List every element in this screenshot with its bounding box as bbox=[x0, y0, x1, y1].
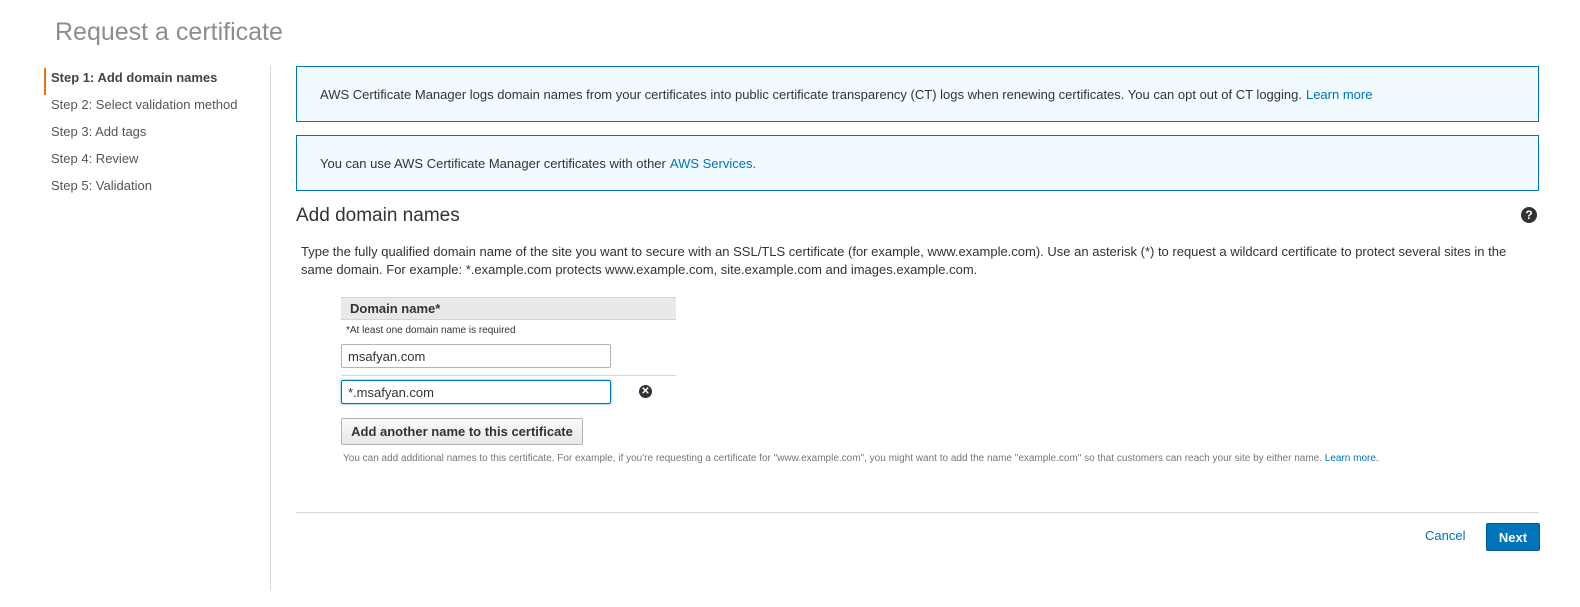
aws-services-text: You can use AWS Certificate Manager cert… bbox=[320, 155, 666, 171]
wizard-steps: Step 1: Add domain names Step 2: Select … bbox=[44, 68, 264, 203]
step-add-domain-names[interactable]: Step 1: Add domain names bbox=[44, 68, 264, 95]
hint-text: You can add additional names to this cer… bbox=[343, 453, 1322, 464]
section-title: Add domain names bbox=[296, 205, 460, 226]
domain-name-header: Domain name* bbox=[341, 297, 676, 320]
sidebar-divider bbox=[270, 66, 271, 590]
remove-circle-icon[interactable]: ✕ bbox=[639, 385, 652, 398]
section-description: Type the fully qualified domain name of … bbox=[301, 244, 1507, 277]
step-validation[interactable]: Step 5: Validation bbox=[44, 176, 264, 203]
ct-logging-info-box: AWS Certificate Manager logs domain name… bbox=[296, 66, 1539, 122]
domain-name-input-1[interactable] bbox=[341, 344, 611, 368]
aws-services-link[interactable]: AWS Services. bbox=[670, 156, 756, 171]
required-note: *At least one domain name is required bbox=[346, 325, 516, 336]
domain-row: ✕ bbox=[341, 376, 676, 412]
hint-learn-more-link[interactable]: Learn more. bbox=[1325, 453, 1379, 464]
question-circle-icon[interactable]: ? bbox=[1521, 207, 1537, 223]
add-another-name-button[interactable]: Add another name to this certificate bbox=[341, 418, 583, 445]
page-title: Request a certificate bbox=[55, 18, 283, 46]
footer-divider bbox=[296, 512, 1539, 513]
domain-row bbox=[341, 340, 676, 376]
step-add-tags[interactable]: Step 3: Add tags bbox=[44, 122, 264, 149]
cancel-link[interactable]: Cancel bbox=[1425, 528, 1465, 543]
domain-name-table: Domain name* *At least one domain name i… bbox=[341, 297, 676, 412]
aws-services-info-box: You can use AWS Certificate Manager cert… bbox=[296, 135, 1539, 191]
next-button[interactable]: Next bbox=[1486, 523, 1540, 551]
step-review[interactable]: Step 4: Review bbox=[44, 149, 264, 176]
ct-logging-text: AWS Certificate Manager logs domain name… bbox=[320, 86, 1302, 102]
step-select-validation-method[interactable]: Step 2: Select validation method bbox=[44, 95, 264, 122]
learn-more-link[interactable]: Learn more bbox=[1306, 87, 1372, 102]
domain-name-input-2[interactable] bbox=[341, 380, 611, 404]
additional-names-hint: You can add additional names to this cer… bbox=[343, 453, 1379, 464]
